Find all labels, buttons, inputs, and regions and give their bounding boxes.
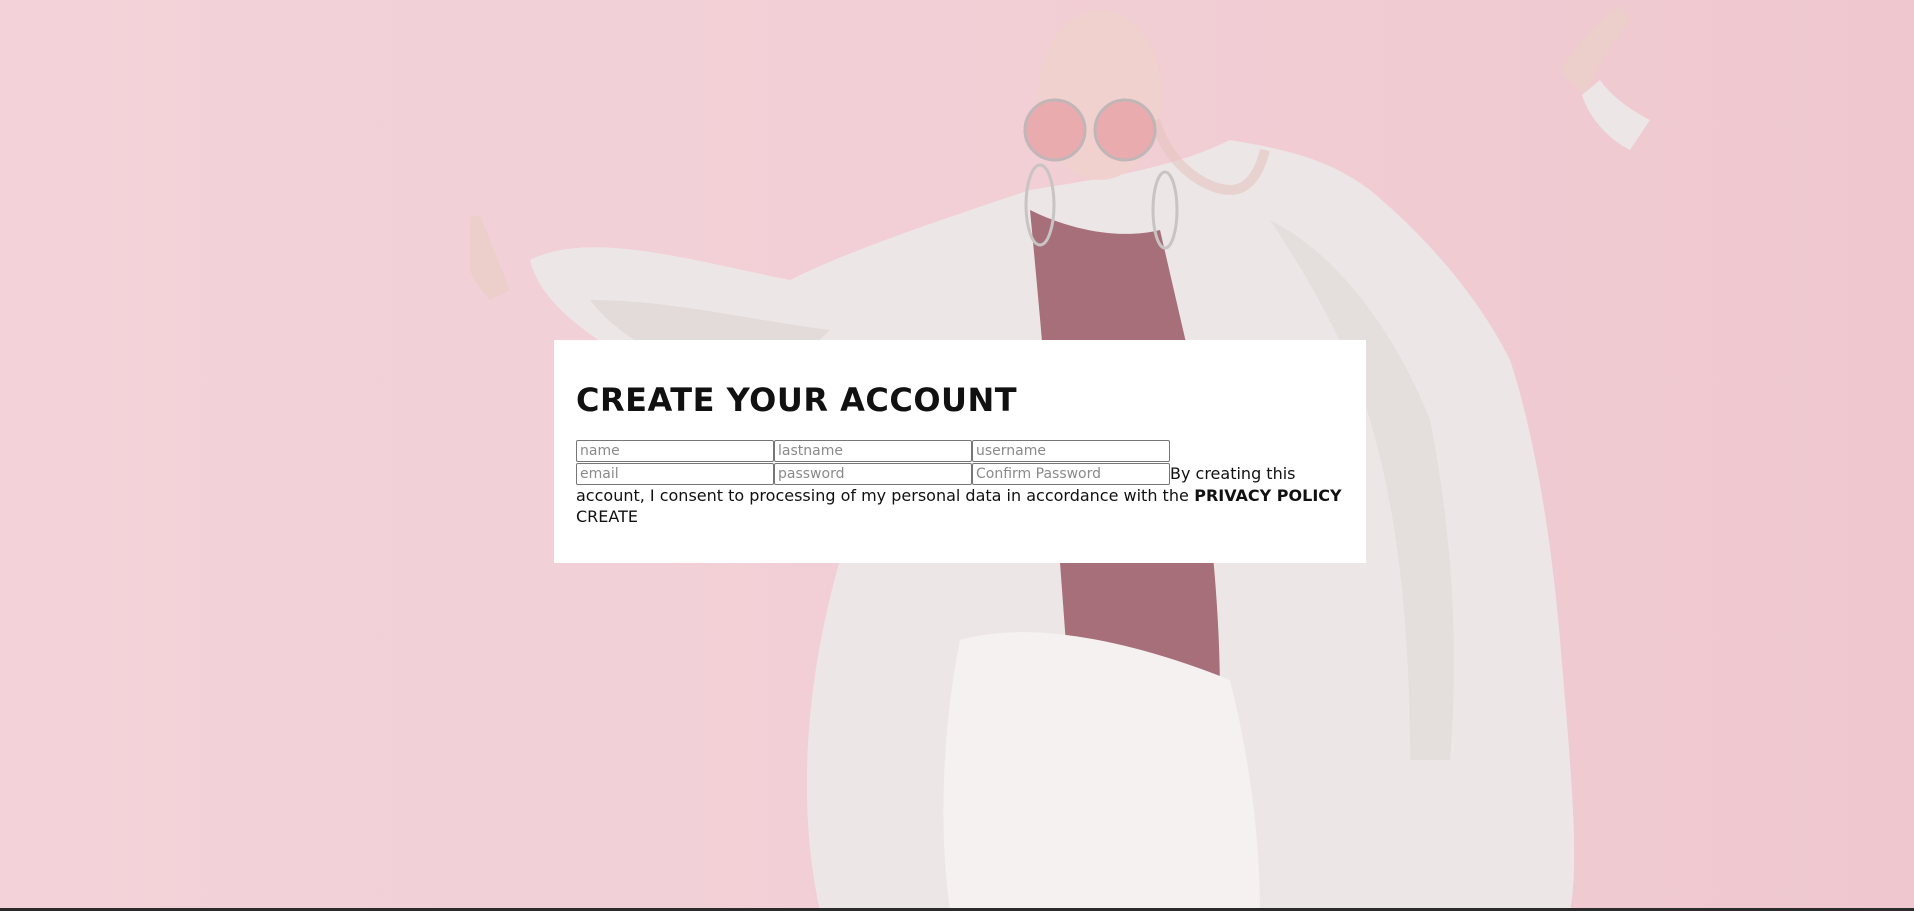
raised-hand [1560,5,1630,95]
white-trousers [943,632,1260,911]
email-input[interactable] [576,463,774,485]
username-input[interactable] [972,440,1170,462]
sunglasses-left [1023,98,1087,162]
page-title: CREATE YOUR ACCOUNT [576,381,1018,419]
password-input[interactable] [774,463,972,485]
confirm-password-input[interactable] [972,463,1170,485]
form-row-2: By creating this account, I consent to p… [576,463,1342,506]
privacy-policy-link[interactable]: PRIVACY POLICY [1194,486,1341,505]
signup-form: By creating this account, I consent to p… [576,440,1344,527]
signup-card: CREATE YOUR ACCOUNT By creating this acc… [554,340,1366,563]
lastname-input[interactable] [774,440,972,462]
form-row-1 [576,440,1344,463]
left-hand [470,215,510,300]
create-button[interactable]: CREATE [576,507,638,527]
name-input[interactable] [576,440,774,462]
sunglasses-right [1093,98,1157,162]
